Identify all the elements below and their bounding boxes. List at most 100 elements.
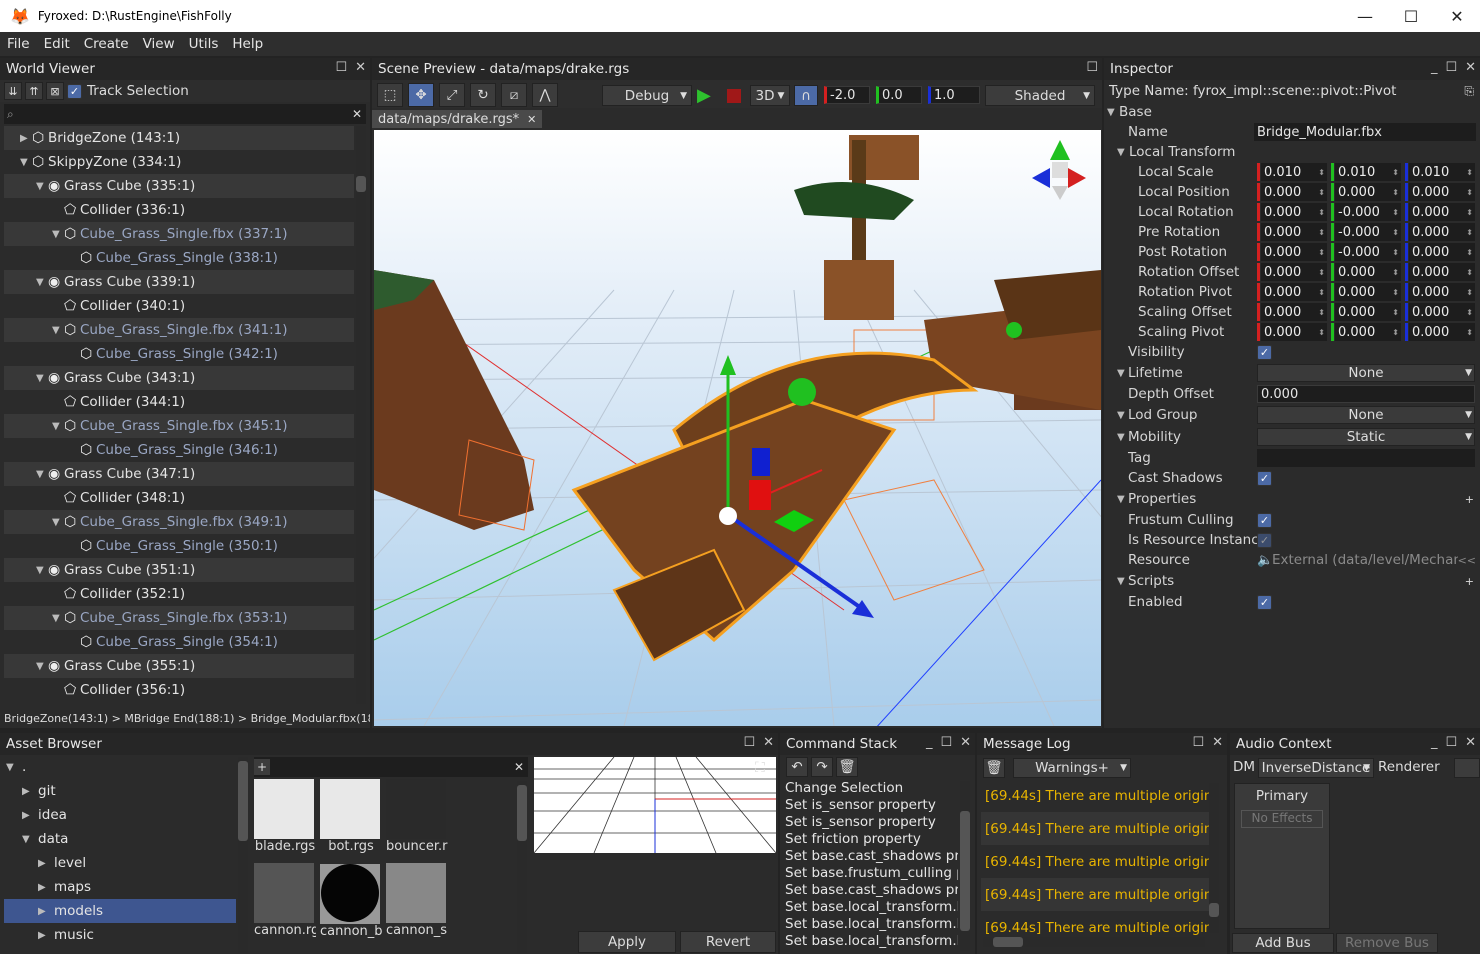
close-panel-icon[interactable]: ✕	[355, 60, 366, 75]
folder-item[interactable]: ▶ maps	[4, 875, 236, 899]
asset-item[interactable]: bouncer.rg	[386, 779, 448, 861]
copy-type-icon[interactable]: ⎘	[1464, 84, 1474, 99]
folder-item[interactable]: ▼ data	[4, 827, 236, 851]
spinner-icon[interactable]: ⬍	[1318, 228, 1325, 237]
spinner-icon[interactable]: ⬍	[1392, 208, 1399, 217]
command-item[interactable]: Change Selection	[782, 780, 958, 797]
vector-component-field[interactable]: -0.000 ⬍	[1331, 243, 1401, 261]
command-item[interactable]: Set is_sensor property	[782, 814, 958, 831]
lod-group-dropdown[interactable]: None ▼	[1257, 406, 1475, 424]
apply-button[interactable]: Apply	[578, 931, 676, 953]
spinner-icon[interactable]: ⬍	[1318, 188, 1325, 197]
command-item[interactable]: Set base.cast_shadows pro	[782, 882, 958, 899]
folder-item[interactable]: ▶ music	[4, 923, 236, 947]
log-message[interactable]: [69.44s] There are multiple original r	[981, 845, 1209, 878]
tree-node[interactable]: ⬠ Collider (344:1)	[4, 390, 354, 414]
redo-icon[interactable]: ↷	[811, 757, 833, 777]
expand-arrow-icon[interactable]: ▶	[38, 930, 50, 941]
base-section-header[interactable]: ▼ Base	[1104, 102, 1480, 122]
close-panel-icon[interactable]: ✕	[1465, 60, 1476, 75]
expand-arrow-icon[interactable]: ▼	[36, 181, 48, 192]
add-property-icon[interactable]: +	[1465, 493, 1474, 506]
expand-arrow-icon[interactable]: ▼	[52, 517, 64, 528]
trash-icon[interactable]: 🗑	[836, 757, 858, 777]
terrain-tool-icon[interactable]: ⋀	[532, 83, 558, 107]
expand-arrow-icon[interactable]: ▶	[38, 882, 50, 893]
expand-arrow-icon[interactable]: ▼	[52, 325, 64, 336]
close-panel-icon[interactable]: ✕	[960, 735, 971, 750]
local-transform-header[interactable]: ▼ Local Transform	[1104, 142, 1480, 162]
expand-arrow-icon[interactable]: ▶	[38, 858, 50, 869]
minimize-panel-icon[interactable]: _	[926, 735, 933, 750]
navmesh-tool-icon[interactable]: ⧄	[501, 83, 527, 107]
expand-arrow-icon[interactable]: ▶	[20, 133, 32, 144]
vector-component-field[interactable]: 0.000 ⬍	[1257, 283, 1327, 301]
add-bus-button[interactable]: Add Bus	[1232, 933, 1334, 953]
expand-arrow-icon[interactable]: ▼	[52, 613, 64, 624]
vector-component-field[interactable]: 0.000 ⬍	[1331, 183, 1401, 201]
expand-arrow-icon[interactable]: ▼	[36, 661, 48, 672]
spinner-icon[interactable]: ⬍	[1466, 328, 1473, 337]
build-profile-dropdown[interactable]: Debug ▼	[602, 85, 692, 106]
expand-arrow-icon[interactable]: ▼	[52, 229, 64, 240]
expand-arrow-icon[interactable]: ▼	[52, 421, 64, 432]
command-item[interactable]: Set base.local_transform.lo	[782, 899, 958, 916]
spinner-icon[interactable]: ⬍	[1392, 228, 1399, 237]
tree-node[interactable]: ⬡ Cube_Grass_Single (350:1)	[4, 534, 354, 558]
close-button[interactable]: ✕	[1434, 0, 1480, 32]
expand-arrow-icon[interactable]: ▶	[38, 906, 50, 917]
menu-file[interactable]: File	[0, 36, 37, 52]
folder-item[interactable]: ▶ git	[4, 779, 236, 803]
spinner-icon[interactable]: ⬍	[1392, 168, 1399, 177]
vector-component-field[interactable]: 0.000 ⬍	[1257, 183, 1327, 201]
maximize-panel-icon[interactable]: ☐	[1445, 60, 1457, 75]
tree-node[interactable]: ⬠ Collider (356:1)	[4, 678, 354, 702]
tree-node[interactable]: ⬡ Cube_Grass_Single (346:1)	[4, 438, 354, 462]
vector-component-field[interactable]: 0.000 ⬍	[1405, 303, 1475, 321]
depth-offset-field[interactable]: 0.000	[1257, 385, 1475, 403]
spinner-icon[interactable]: ⬍	[1466, 188, 1473, 197]
tree-node[interactable]: ▼ ⬡ Cube_Grass_Single.fbx (337:1)	[4, 222, 354, 246]
vector-component-field[interactable]: 0.010 ⬍	[1257, 163, 1327, 181]
maximize-panel-icon[interactable]: ☐	[1192, 735, 1204, 750]
folder-item[interactable]: ▶ idea	[4, 803, 236, 827]
expand-arrow-icon[interactable]: ▼	[6, 762, 18, 773]
vector-component-field[interactable]: 0.000 ⬍	[1405, 183, 1475, 201]
close-panel-icon[interactable]: ✕	[1212, 735, 1223, 750]
tree-node[interactable]: ⬠ Collider (352:1)	[4, 582, 354, 606]
asset-item[interactable]: bot.rgs	[320, 779, 382, 861]
vector-component-field[interactable]: 0.010 ⬍	[1405, 163, 1475, 181]
vector-component-field[interactable]: 0.000 ⬍	[1257, 303, 1327, 321]
close-tab-icon[interactable]: ✕	[527, 113, 536, 126]
clear-search-icon[interactable]: ✕	[352, 107, 362, 121]
name-field[interactable]: Bridge_Modular.fbx	[1254, 123, 1476, 141]
expand-arrow-icon[interactable]: ▼	[36, 277, 48, 288]
tree-node[interactable]: ⬠ Collider (348:1)	[4, 486, 354, 510]
tree-node[interactable]: ▶ ⬡ BridgeZone (143:1)	[4, 126, 354, 150]
spinner-icon[interactable]: ⬍	[1392, 188, 1399, 197]
vector-component-field[interactable]: 0.000 ⬍	[1257, 263, 1327, 281]
vector-component-field[interactable]: 0.000 ⬍	[1405, 283, 1475, 301]
spinner-icon[interactable]: ⬍	[1318, 248, 1325, 257]
clear-log-icon[interactable]: 🗑	[983, 758, 1005, 778]
expand-arrow-icon[interactable]: ▶	[22, 786, 34, 797]
tree-node[interactable]: ▼ ◉ Grass Cube (339:1)	[4, 270, 354, 294]
close-panel-icon[interactable]: ✕	[763, 735, 774, 750]
snap-z-field[interactable]: 1.0	[928, 86, 980, 104]
scripts-header[interactable]: ▼ Scripts +	[1104, 570, 1480, 592]
enabled-checkbox[interactable]: ✓	[1257, 594, 1272, 610]
select-tool-icon[interactable]: ⬚	[377, 83, 403, 107]
asset-item[interactable]: cannon_b	[320, 863, 382, 945]
spinner-icon[interactable]: ⬍	[1318, 328, 1325, 337]
spinner-icon[interactable]: ⬍	[1318, 168, 1325, 177]
visibility-checkbox[interactable]: ✓	[1257, 344, 1272, 360]
vector-component-field[interactable]: -0.000 ⬍	[1331, 203, 1401, 221]
scene-viewport[interactable]	[374, 130, 1101, 726]
maximize-panel-icon[interactable]: ☐	[1445, 735, 1457, 750]
expand-arrow-icon[interactable]: ▶	[22, 810, 34, 821]
add-asset-icon[interactable]: +	[254, 759, 270, 775]
folder-item[interactable]: ▶ models	[4, 899, 236, 923]
frustum-culling-checkbox[interactable]: ✓	[1257, 512, 1272, 528]
spinner-icon[interactable]: ⬍	[1466, 228, 1473, 237]
spinner-icon[interactable]: ⬍	[1392, 268, 1399, 277]
